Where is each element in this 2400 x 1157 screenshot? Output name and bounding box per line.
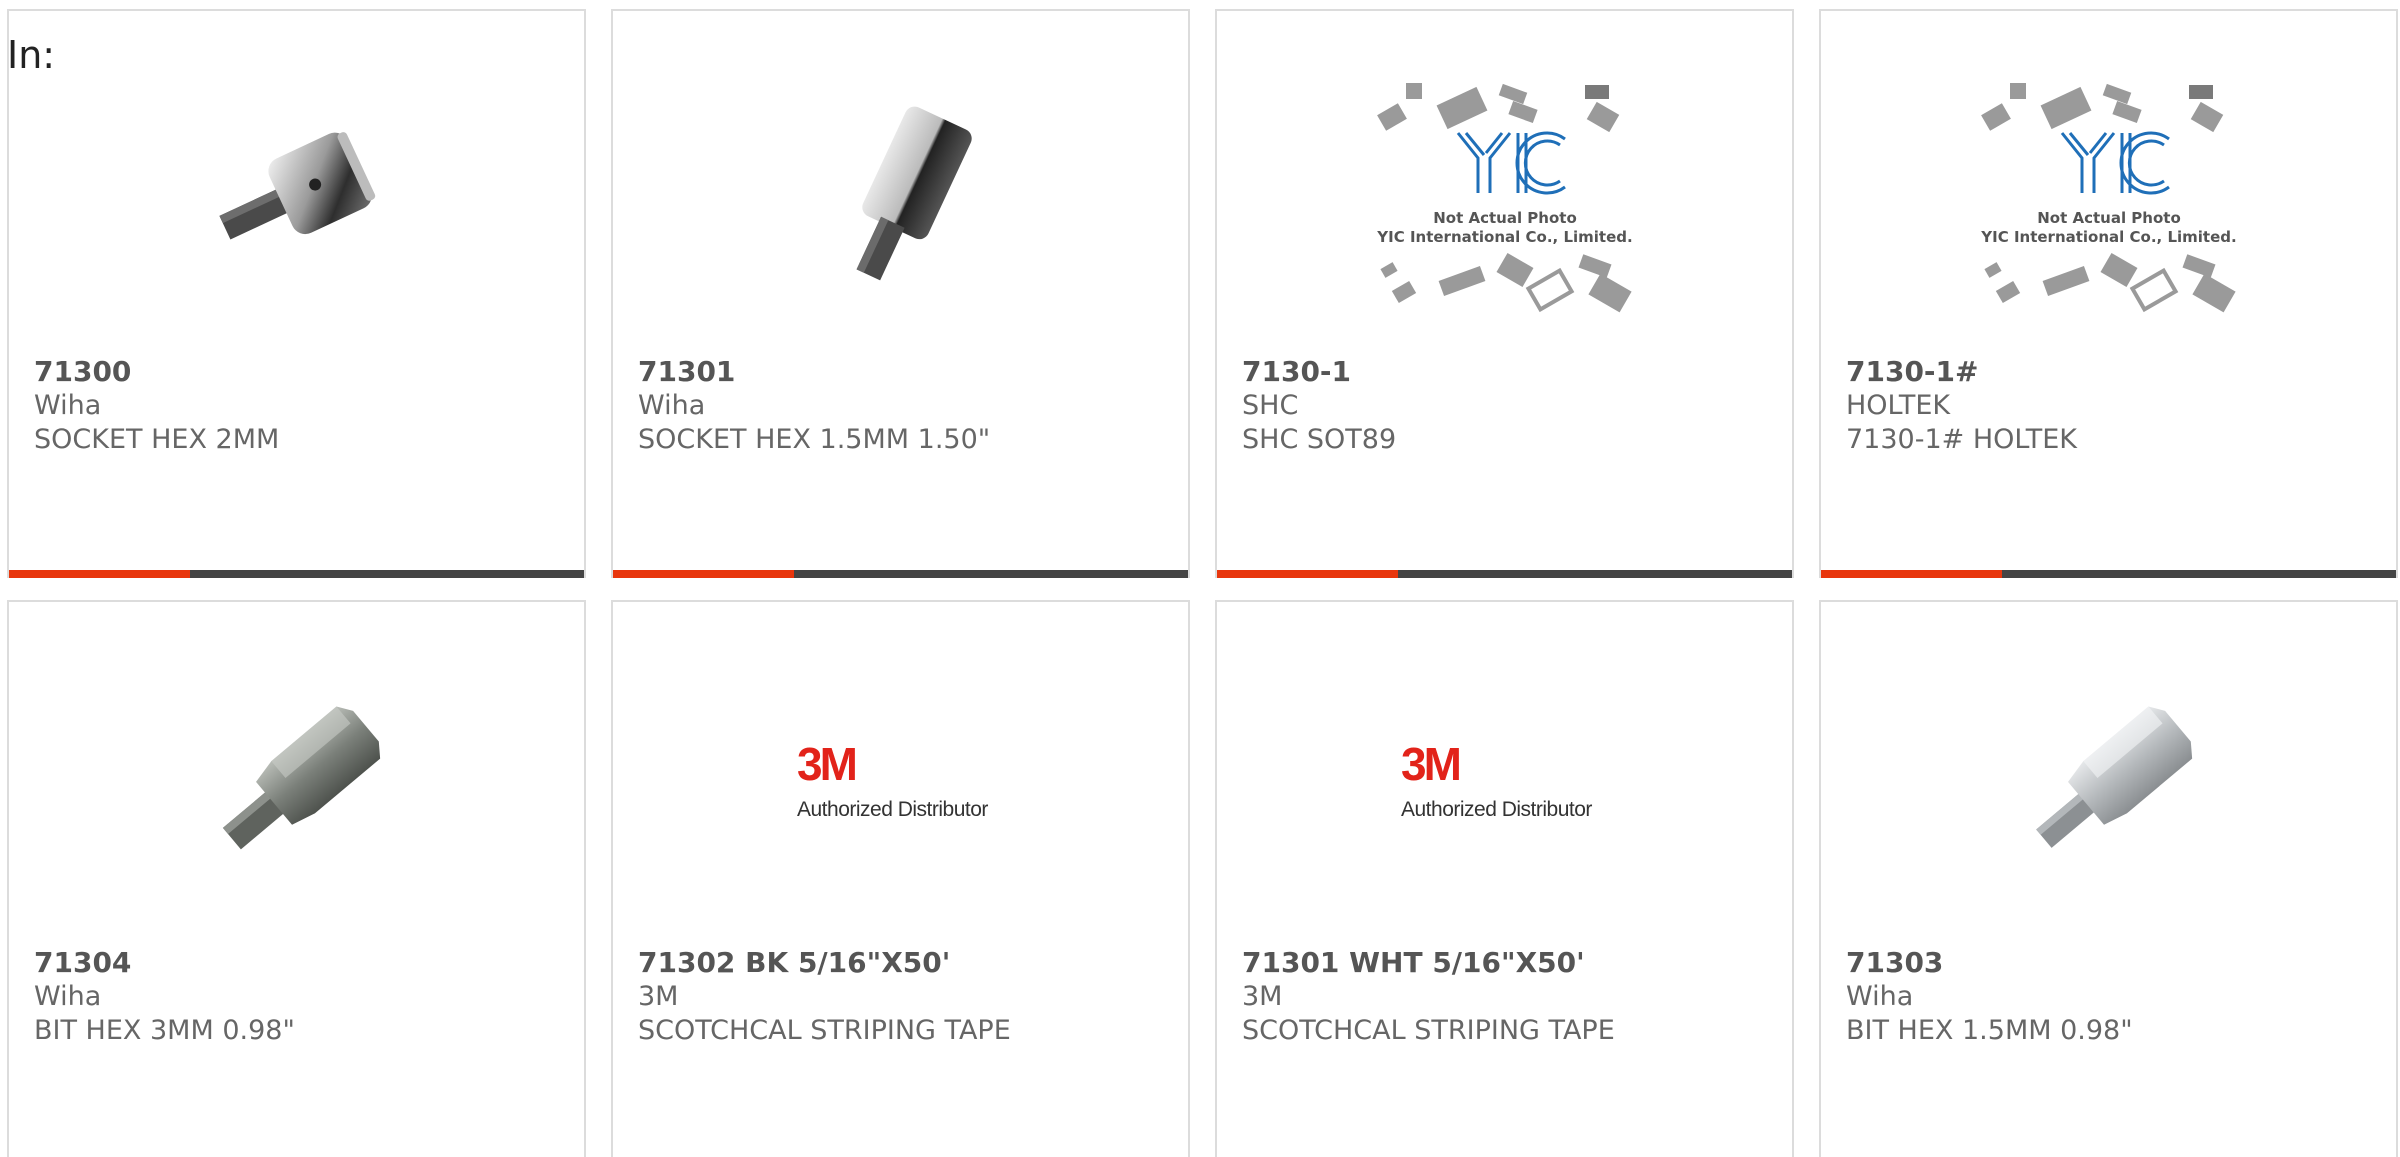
product-description: SOCKET HEX 2MM bbox=[34, 424, 280, 455]
product-card[interactable]: 3M Authorized Distributor 71302 BK 5/16"… bbox=[611, 600, 1190, 1157]
3m-logo-icon: 3M Authorized Distributor bbox=[797, 738, 989, 821]
placeholder-line1: Not Actual Photo bbox=[2037, 209, 2181, 227]
placeholder-line2: YIC International Co., Limited. bbox=[1376, 228, 1632, 246]
yic-placeholder-icon: Not Actual Photo YIC International Co., … bbox=[1376, 83, 1632, 313]
product-info: 71304 Wiha BIT HEX 3MM 0.98" bbox=[34, 946, 574, 1048]
hex-socket-icon bbox=[218, 132, 375, 240]
product-description: BIT HEX 3MM 0.98" bbox=[34, 1015, 295, 1046]
yic-placeholder-icon: Not Actual Photo YIC International Co., … bbox=[1980, 83, 2236, 313]
product-manufacturer: Wiha bbox=[34, 981, 102, 1012]
card-bottom-bar bbox=[613, 570, 1188, 578]
product-description: SCOTCHCAL STRIPING TAPE bbox=[1242, 1015, 1615, 1046]
product-part-number[interactable]: 71300 bbox=[34, 355, 574, 389]
3m-logo-icon: 3M Authorized Distributor bbox=[1401, 738, 1593, 821]
product-card[interactable]: 71303 Wiha BIT HEX 1.5MM 0.98" bbox=[1819, 600, 2398, 1157]
product-description: SCOTCHCAL STRIPING TAPE bbox=[638, 1015, 1011, 1046]
product-info: 7130-1# HOLTEK 7130-1# HOLTEK bbox=[1846, 355, 2386, 457]
placeholder-line2: YIC International Co., Limited. bbox=[1980, 228, 2236, 246]
product-part-number[interactable]: 7130-1 bbox=[1242, 355, 1782, 389]
placeholder-line1: Not Actual Photo bbox=[1433, 209, 1577, 227]
hex-bit-silver-icon bbox=[2035, 706, 2192, 848]
product-image[interactable]: Not Actual Photo YIC International Co., … bbox=[1821, 83, 2396, 313]
card-accent bbox=[613, 570, 795, 578]
product-info: 71301 WHT 5/16"X50' 3M SCOTCHCAL STRIPIN… bbox=[1242, 946, 1782, 1048]
product-description: BIT HEX 1.5MM 0.98" bbox=[1846, 1015, 2133, 1046]
product-card[interactable]: 71300 Wiha SOCKET HEX 2MM bbox=[7, 9, 586, 578]
product-card[interactable]: 71304 Wiha BIT HEX 3MM 0.98" bbox=[7, 600, 586, 1157]
product-part-number[interactable]: 71302 BK 5/16"X50' bbox=[638, 946, 1178, 980]
brand-logo-text: 3M bbox=[797, 738, 856, 790]
product-image[interactable]: Not Actual Photo YIC International Co., … bbox=[1217, 83, 1792, 313]
product-part-number[interactable]: 71301 bbox=[638, 355, 1178, 389]
product-description: SHC SOT89 bbox=[1242, 424, 1397, 455]
product-info: 71302 BK 5/16"X50' 3M SCOTCHCAL STRIPING… bbox=[638, 946, 1178, 1048]
brand-tagline: Authorized Distributor bbox=[1401, 798, 1592, 821]
product-part-number[interactable]: 71303 bbox=[1846, 946, 2386, 980]
product-description: 7130-1# HOLTEK bbox=[1846, 424, 2077, 455]
product-manufacturer: HOLTEK bbox=[1846, 390, 1951, 421]
card-accent bbox=[9, 570, 191, 578]
product-image[interactable] bbox=[9, 674, 584, 894]
product-manufacturer: Wiha bbox=[1846, 981, 1914, 1012]
page: In: 71300 Wiha SOCKET HEX 2MM 71301 Wiha… bbox=[0, 0, 2400, 1157]
brand-logo-text: 3M bbox=[1401, 738, 1460, 790]
product-image[interactable] bbox=[9, 83, 584, 303]
product-info: 71303 Wiha BIT HEX 1.5MM 0.98" bbox=[1846, 946, 2386, 1048]
product-manufacturer: 3M bbox=[1242, 981, 1283, 1012]
product-description: SOCKET HEX 1.5MM 1.50" bbox=[638, 424, 991, 455]
card-accent bbox=[1217, 570, 1399, 578]
product-manufacturer: Wiha bbox=[638, 390, 706, 421]
hex-bit-icon bbox=[222, 706, 380, 850]
product-info: 71300 Wiha SOCKET HEX 2MM bbox=[34, 355, 574, 457]
product-manufacturer: SHC bbox=[1242, 390, 1299, 421]
product-manufacturer: 3M bbox=[638, 981, 679, 1012]
card-accent bbox=[1821, 570, 2003, 578]
product-card[interactable]: 3M Authorized Distributor 71301 WHT 5/16… bbox=[1215, 600, 1794, 1157]
product-part-number[interactable]: 7130-1# bbox=[1846, 355, 2386, 389]
product-card[interactable]: 71301 Wiha SOCKET HEX 1.5MM 1.50" bbox=[611, 9, 1190, 578]
brand-tagline: Authorized Distributor bbox=[797, 798, 988, 821]
product-grid-row-2: 71304 Wiha BIT HEX 3MM 0.98" 3M Authoriz… bbox=[7, 600, 2400, 1157]
card-bottom-bar bbox=[9, 570, 584, 578]
product-image[interactable]: 3M Authorized Distributor bbox=[1217, 674, 1792, 894]
product-image[interactable] bbox=[1821, 674, 2396, 894]
filter-label: In: bbox=[7, 33, 56, 77]
product-manufacturer: Wiha bbox=[34, 390, 102, 421]
hex-socket-long-icon bbox=[856, 106, 972, 281]
product-grid: 71300 Wiha SOCKET HEX 2MM 71301 Wiha SOC… bbox=[7, 9, 2400, 578]
product-part-number[interactable]: 71301 WHT 5/16"X50' bbox=[1242, 946, 1782, 980]
product-info: 71301 Wiha SOCKET HEX 1.5MM 1.50" bbox=[638, 355, 1178, 457]
product-card[interactable]: Not Actual Photo YIC International Co., … bbox=[1819, 9, 2398, 578]
product-part-number[interactable]: 71304 bbox=[34, 946, 574, 980]
product-card[interactable]: Not Actual Photo YIC International Co., … bbox=[1215, 9, 1794, 578]
product-image[interactable]: 3M Authorized Distributor bbox=[613, 674, 1188, 894]
product-image[interactable] bbox=[613, 83, 1188, 303]
product-info: 7130-1 SHC SHC SOT89 bbox=[1242, 355, 1782, 457]
card-bottom-bar bbox=[1821, 570, 2396, 578]
card-bottom-bar bbox=[1217, 570, 1792, 578]
